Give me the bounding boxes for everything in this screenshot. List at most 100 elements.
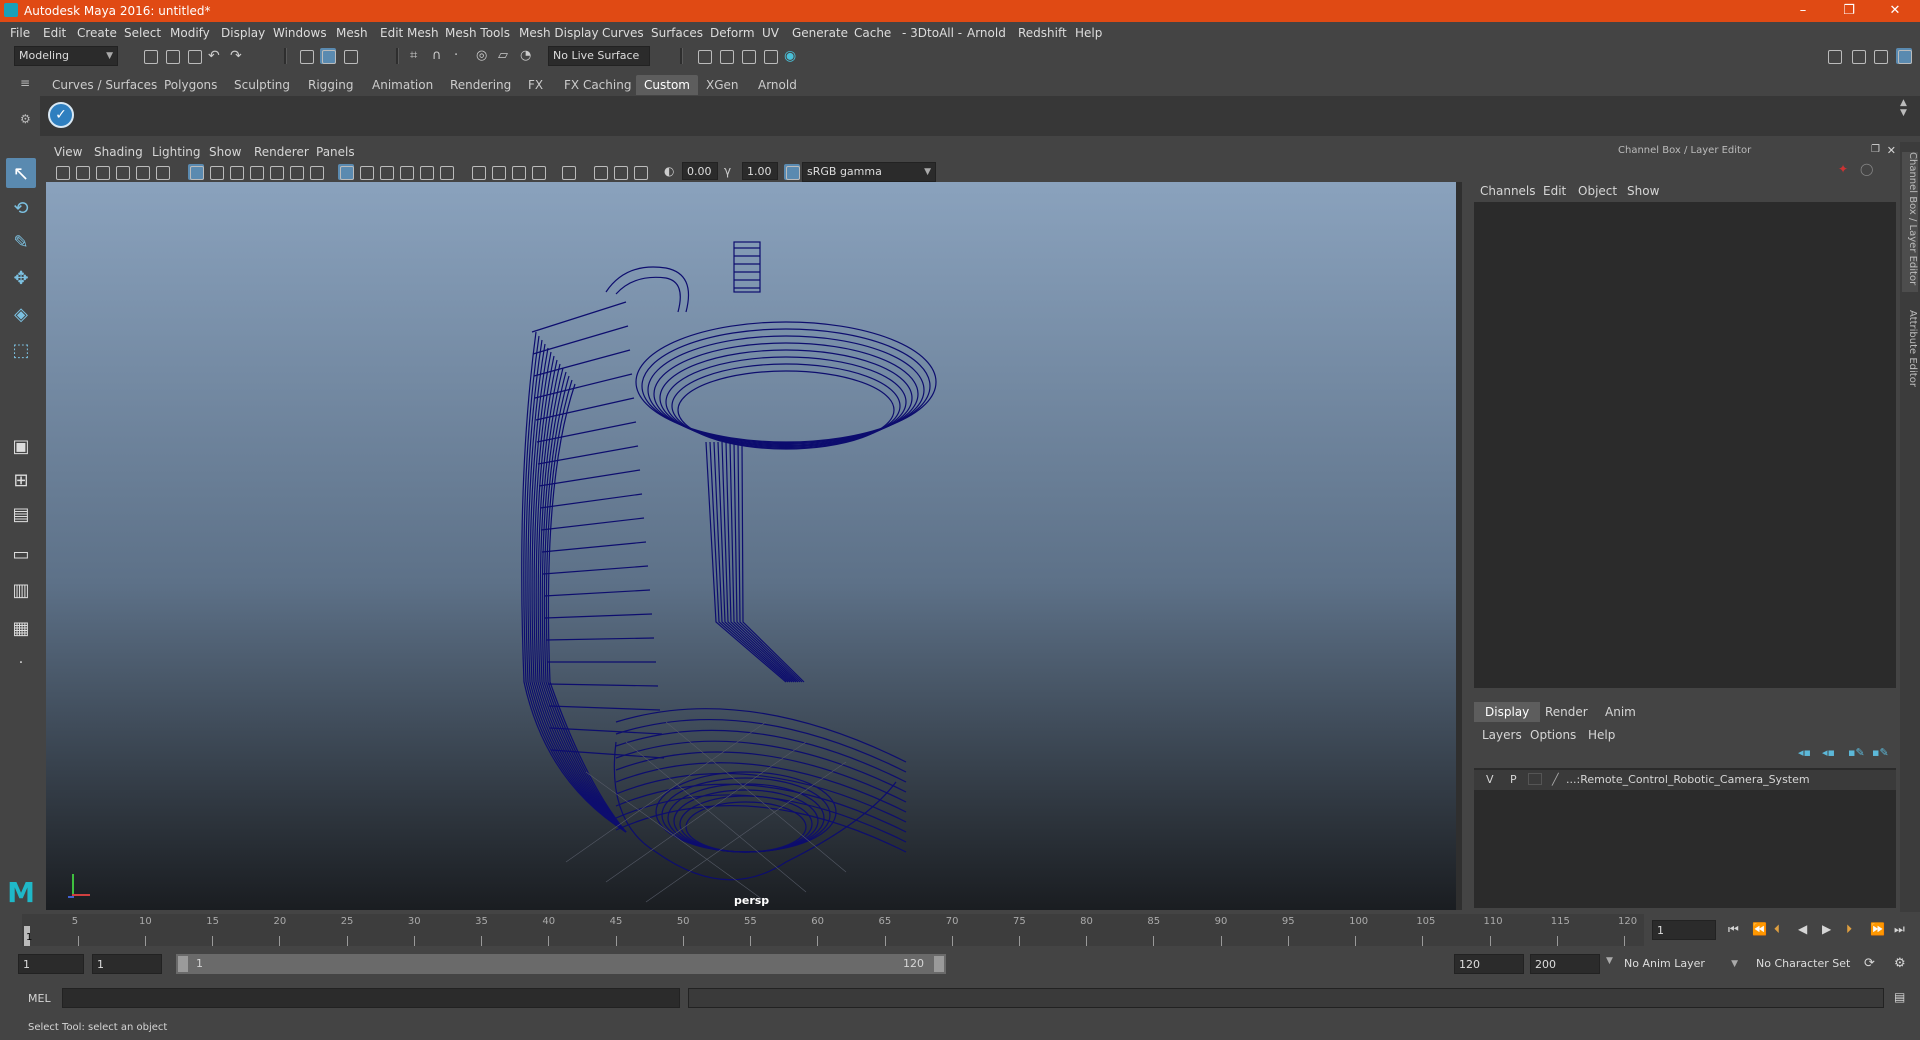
float-panel-icon[interactable]: ❐ [1871, 144, 1880, 155]
select-by-component-icon[interactable] [342, 48, 358, 64]
viewport-menu-view[interactable]: View [54, 145, 82, 159]
make-live-icon[interactable]: ◔ [520, 48, 536, 64]
shelf-tab-fx[interactable]: FX [520, 75, 551, 95]
shelf-tab-curves-surfaces[interactable]: Curves / Surfaces [44, 75, 165, 95]
playback-start-field[interactable]: 1 [92, 954, 162, 974]
menu-arnold[interactable]: Arnold [967, 26, 1006, 40]
mode-dropdown[interactable]: Modeling ▼ [14, 46, 118, 66]
show-menu[interactable]: Show [1627, 184, 1659, 198]
color-space-dropdown[interactable]: sRGB gamma ▼ [802, 162, 936, 182]
go-to-start-icon[interactable]: ⏮ [1728, 922, 1739, 937]
layer-display-type-box[interactable] [1528, 773, 1542, 785]
command-language-label[interactable]: MEL [28, 992, 51, 1005]
custom-shelf-checkmark-icon[interactable]: ✓ [48, 102, 74, 128]
chevron-down-icon[interactable]: ▼ [1606, 956, 1613, 966]
viewport-menu-show[interactable]: Show [209, 145, 241, 159]
snap-to-point-icon[interactable]: · [454, 48, 470, 64]
move-tool-icon[interactable]: ✥ [6, 264, 36, 294]
menu-help[interactable]: Help [1075, 26, 1102, 40]
select-by-object-icon[interactable] [320, 48, 336, 64]
new-layer-from-selection-icon[interactable]: ▪✎ [1872, 746, 1889, 759]
channels-menu[interactable]: Channels [1480, 184, 1536, 198]
shelf-tab-xgen[interactable]: XGen [698, 75, 747, 95]
xray-components-icon[interactable] [632, 164, 648, 180]
exposure-field[interactable]: 0.00 [682, 162, 718, 180]
menu-mesh-display[interactable]: Mesh Display [519, 26, 599, 40]
bookmark-icon[interactable] [94, 164, 110, 180]
layer-name[interactable]: ...:Remote_Control_Robotic_Camera_System [1566, 773, 1810, 786]
side-tab-channel-box[interactable]: Channel Box / Layer Editor [1902, 152, 1918, 292]
outliner-layout-icon[interactable]: ▤ [6, 500, 36, 530]
snap-to-view-plane-icon[interactable]: ▱ [498, 48, 514, 64]
menu-create[interactable]: Create [77, 26, 117, 40]
workspace-icon[interactable] [1826, 48, 1842, 64]
smooth-shade-icon[interactable] [358, 164, 374, 180]
layer-color-icon[interactable]: ╱ [1552, 773, 1559, 786]
step-forward-frame-icon[interactable]: ⏩ [1870, 922, 1885, 936]
shelf-settings-icon[interactable]: ⚙ [20, 112, 31, 126]
render-view-icon[interactable] [696, 48, 712, 64]
layer-playback-toggle[interactable]: P [1510, 773, 1517, 786]
layout-menu-icon[interactable]: · [6, 648, 36, 678]
rotate-tool-icon[interactable]: ◈ [6, 300, 36, 330]
tab-render[interactable]: Render [1534, 702, 1599, 722]
toggle-panels-icon[interactable] [1850, 48, 1866, 64]
uv-editor-layout-icon[interactable]: ▦ [6, 614, 36, 644]
range-slider[interactable]: 1 120 [176, 954, 946, 974]
menu-redshift[interactable]: Redshift [1018, 26, 1067, 40]
tab-anim[interactable]: Anim [1594, 702, 1647, 722]
film-gate-icon[interactable] [208, 164, 224, 180]
animation-preferences-icon[interactable]: ⚙ [1894, 956, 1906, 971]
snap-to-grid-icon[interactable]: ⌗ [410, 48, 426, 64]
object-menu[interactable]: Object [1578, 184, 1617, 198]
tab-display[interactable]: Display [1474, 702, 1541, 722]
menu-mesh[interactable]: Mesh [336, 26, 368, 40]
lasso-tool-icon[interactable]: ⟲ [6, 194, 36, 224]
hypershade-layout-icon[interactable]: ▥ [6, 576, 36, 606]
time-slider[interactable]: 5 10 15 20 25 30 35 40 45 50 55 60 65 70 75 80 85 90 95 100… [22, 914, 1644, 946]
character-set-dropdown[interactable]: No Character Set [1752, 954, 1868, 974]
grid-toggle-icon[interactable] [188, 164, 204, 180]
save-scene-icon[interactable] [186, 48, 202, 64]
auto-key-icon[interactable]: ⟳ [1864, 956, 1875, 971]
close-button[interactable]: ✕ [1880, 2, 1910, 20]
shelf-scroll-icon[interactable]: ▲ ▼ [1900, 98, 1907, 118]
redo-icon[interactable]: ↷ [230, 48, 246, 64]
safe-action-icon[interactable] [288, 164, 304, 180]
grease-pencil-icon[interactable] [154, 164, 170, 180]
snap-to-projected-center-icon[interactable]: ◎ [476, 48, 492, 64]
channel-box-toggle-icon[interactable]: ◯ [1860, 162, 1873, 176]
camera-select-icon[interactable] [54, 164, 70, 180]
step-forward-key-icon[interactable]: ⏵ [1846, 922, 1852, 937]
shelf-tab-arnold[interactable]: Arnold [750, 75, 805, 95]
xray-icon[interactable] [592, 164, 608, 180]
range-end-handle[interactable] [934, 956, 944, 972]
viewport-menu-shading[interactable]: Shading [94, 145, 143, 159]
animation-end-field[interactable]: 200 [1530, 954, 1600, 974]
textured-icon[interactable] [398, 164, 414, 180]
wireframe-on-shaded-icon[interactable] [378, 164, 394, 180]
menu-uv[interactable]: UV [762, 26, 779, 40]
shelf-tab-fx-caching[interactable]: FX Caching [556, 75, 639, 95]
close-panel-icon[interactable]: ✕ [1887, 144, 1896, 157]
perspective-viewport[interactable]: persp [46, 182, 1462, 910]
new-empty-layer-icon[interactable]: ▪✎ [1848, 746, 1865, 759]
shelf-tab-rigging[interactable]: Rigging [300, 75, 361, 95]
layer-row[interactable]: V P ╱ ...:Remote_Control_Robotic_Camera_… [1474, 770, 1896, 790]
2d-pan-zoom-icon[interactable] [134, 164, 150, 180]
hypershade-icon[interactable]: ◉ [784, 48, 800, 64]
anti-aliasing-icon[interactable] [510, 164, 526, 180]
shadows-icon[interactable] [438, 164, 454, 180]
xray-joints-icon[interactable] [612, 164, 628, 180]
gamma-field[interactable]: 1.00 [742, 162, 778, 180]
viewport-menu-renderer[interactable]: Renderer [254, 145, 309, 159]
menu-windows[interactable]: Windows [273, 26, 327, 40]
resolution-gate-icon[interactable] [228, 164, 244, 180]
exposure-icon[interactable]: ◐ [664, 164, 680, 180]
script-editor-icon[interactable]: ▤ [1894, 990, 1905, 1004]
toggle-channel-box-icon[interactable] [1896, 48, 1912, 64]
motion-blur-icon[interactable] [490, 164, 506, 180]
shelf-tab-animation[interactable]: Animation [364, 75, 441, 95]
render-settings-icon[interactable] [762, 48, 778, 64]
menu-display[interactable]: Display [221, 26, 265, 40]
